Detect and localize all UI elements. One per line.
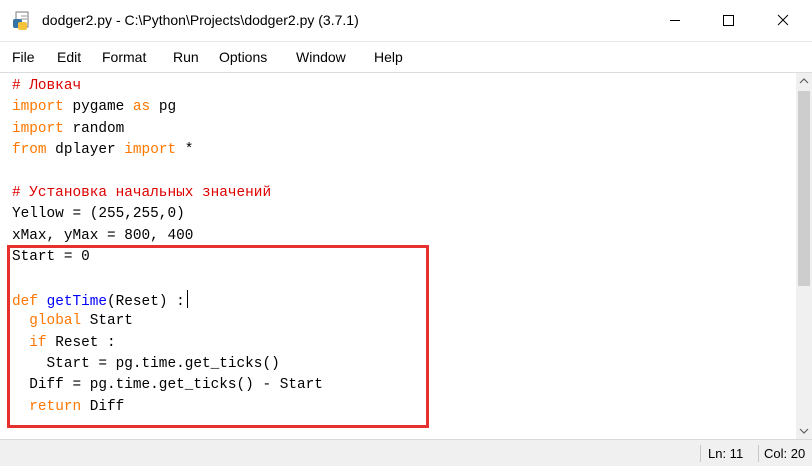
code-token: (Reset) : <box>107 293 185 310</box>
keyword-token: import <box>124 142 177 159</box>
code-token: xMax, yMax = 800, 400 <box>12 227 194 244</box>
comment-token: # Установка начальных значений <box>12 184 272 201</box>
text-cursor <box>186 289 188 308</box>
code-token: Yellow = (255,255,0) <box>12 206 185 223</box>
keyword-token: import <box>12 99 64 116</box>
code-line[interactable]: # Ловкач <box>12 76 323 97</box>
code-line[interactable]: return Diff <box>12 397 323 418</box>
status-line: Ln: 11 <box>708 446 744 461</box>
title-bar: dodger2.py - C:\Python\Projects\dodger2.… <box>0 0 812 42</box>
code-line[interactable]: Start = pg.time.get_ticks() <box>12 354 323 375</box>
code-line[interactable]: # Установка начальных значений <box>12 183 323 204</box>
maximize-button[interactable] <box>705 0 751 41</box>
code-line[interactable]: def getTime(Reset) : <box>12 289 323 311</box>
code-token: pg <box>150 99 177 116</box>
status-col: Col: 20 <box>764 446 806 461</box>
menu-run[interactable]: Run <box>173 49 199 65</box>
code-token: Reset : <box>46 334 116 351</box>
keyword-token: def <box>12 293 38 310</box>
code-line[interactable] <box>12 269 323 290</box>
status-bar: Ln: 11 Col: 20 <box>0 439 812 466</box>
code-token: random <box>63 120 125 137</box>
menu-bar: File Edit Format Run Options Window Help <box>0 42 812 73</box>
close-icon <box>777 14 789 26</box>
code-token: Diff = pg.time.get_ticks() - Start <box>12 377 323 394</box>
code-token: Start = 0 <box>12 249 90 266</box>
code-line[interactable]: xMax, yMax = 800, 400 <box>12 226 323 247</box>
keyword-token: from <box>12 142 47 159</box>
keyword-token: as <box>132 99 151 116</box>
chevron-down-icon[interactable] <box>796 423 812 439</box>
code-line[interactable]: global Start <box>12 311 323 332</box>
code-token: * <box>176 142 194 159</box>
code-line[interactable]: Yellow = (255,255,0) <box>12 204 323 225</box>
code-token: Start = pg.time.get_ticks() <box>12 356 280 373</box>
code-token: pygame <box>63 99 133 116</box>
chevron-up-icon[interactable] <box>796 73 812 89</box>
status-divider <box>758 445 759 462</box>
scrollbar-thumb[interactable] <box>798 91 810 286</box>
code-line[interactable]: Diff = pg.time.get_ticks() - Start <box>12 375 323 396</box>
maximize-icon <box>723 15 734 26</box>
status-divider <box>700 445 701 462</box>
code-line[interactable]: if Reset : <box>12 333 323 354</box>
function-name-token: getTime <box>46 293 108 310</box>
code-text[interactable]: # Ловкач import pygame as pg import random… <box>12 76 323 418</box>
code-token: Diff <box>81 398 125 415</box>
code-line[interactable] <box>12 162 323 183</box>
menu-help[interactable]: Help <box>374 49 403 65</box>
comment-token: # Ловкач <box>12 78 82 94</box>
code-line[interactable]: Start = 0 <box>12 247 323 268</box>
vertical-scrollbar[interactable] <box>796 73 812 439</box>
keyword-token: global <box>29 313 82 330</box>
menu-window[interactable]: Window <box>296 49 346 65</box>
minimize-icon <box>670 20 680 21</box>
keyword-token: return <box>29 398 82 415</box>
close-button[interactable] <box>760 0 806 41</box>
keyword-token: if <box>29 334 47 351</box>
window-title: dodger2.py - C:\Python\Projects\dodger2.… <box>42 12 359 28</box>
menu-edit[interactable]: Edit <box>57 49 81 65</box>
code-line[interactable]: import random <box>12 119 323 140</box>
code-line[interactable]: import pygame as pg <box>12 97 323 118</box>
code-line[interactable]: from dplayer import * <box>12 140 323 161</box>
code-token: dplayer <box>46 142 125 159</box>
minimize-button[interactable] <box>652 0 698 41</box>
keyword-token: import <box>12 120 64 137</box>
menu-file[interactable]: File <box>12 49 35 65</box>
code-editor[interactable]: # Ловкач import pygame as pg import random… <box>0 73 796 439</box>
idle-python-file-icon <box>13 11 29 30</box>
code-token: Start <box>81 313 133 330</box>
menu-options[interactable]: Options <box>219 49 267 65</box>
menu-format[interactable]: Format <box>102 49 146 65</box>
